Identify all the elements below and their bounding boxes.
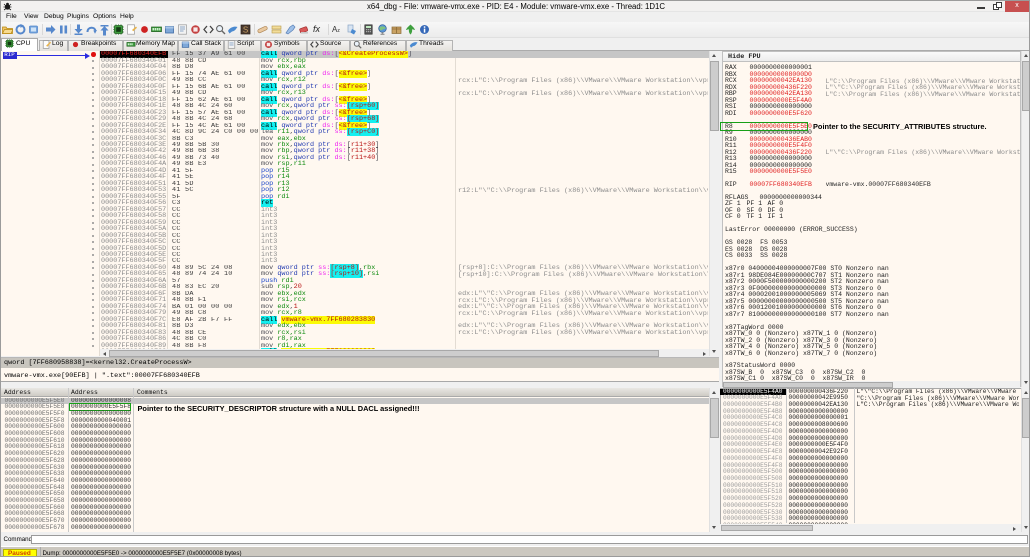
svg-text:S: S	[243, 25, 248, 34]
